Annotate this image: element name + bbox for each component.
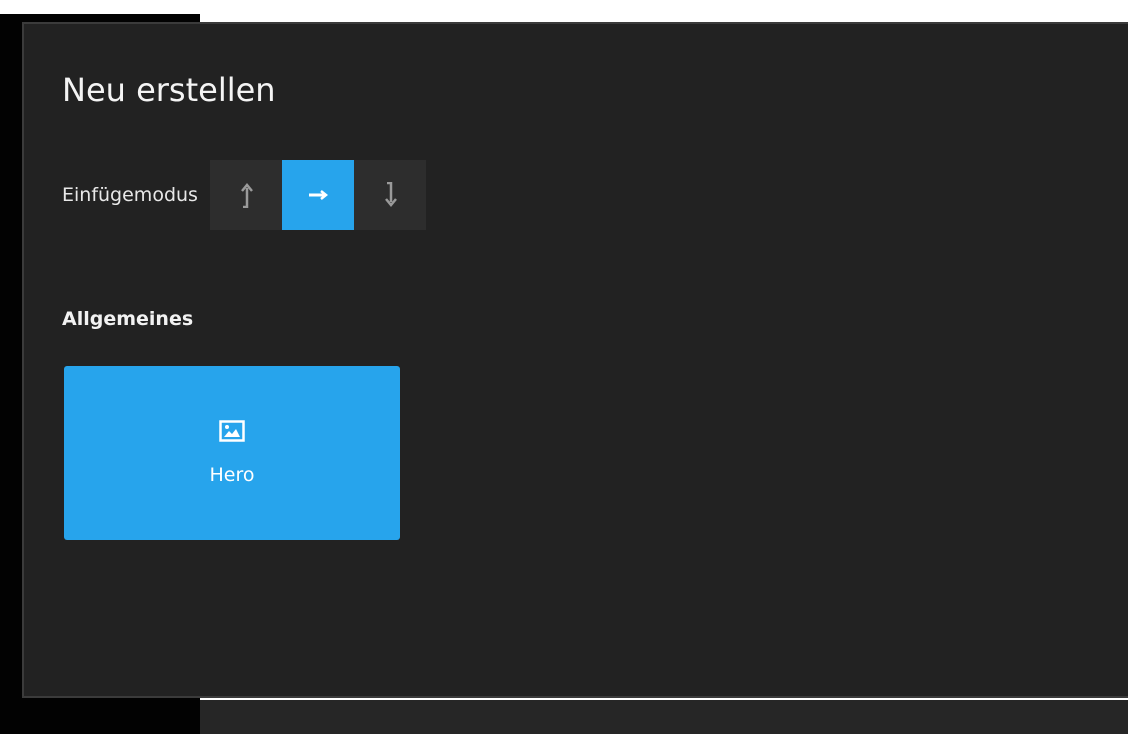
insert-mode-label: Einfügemodus bbox=[62, 184, 198, 206]
arrow-right-icon bbox=[308, 190, 328, 200]
tile-label: Hero bbox=[209, 464, 255, 486]
replace-button[interactable] bbox=[281, 160, 354, 230]
background-bottom-bar bbox=[200, 700, 1128, 734]
insert-mode-row: Einfügemodus bbox=[62, 160, 426, 230]
arrow-up-icon bbox=[240, 183, 253, 208]
arrow-down-icon bbox=[384, 182, 397, 207]
screen: Neu erstellen Einfügemodus Allgemeines H… bbox=[0, 0, 1128, 734]
image-icon bbox=[219, 420, 245, 442]
create-new-dialog: Neu erstellen Einfügemodus Allgemeines H… bbox=[22, 22, 1128, 698]
insert-after-button[interactable] bbox=[354, 160, 426, 230]
hero-template-tile[interactable]: Hero bbox=[64, 366, 400, 540]
insert-mode-toggle-group bbox=[209, 160, 426, 230]
dialog-title: Neu erstellen bbox=[62, 71, 276, 109]
background-top-strip bbox=[0, 0, 1128, 14]
insert-before-button[interactable] bbox=[210, 160, 282, 230]
section-heading-general: Allgemeines bbox=[62, 308, 194, 330]
